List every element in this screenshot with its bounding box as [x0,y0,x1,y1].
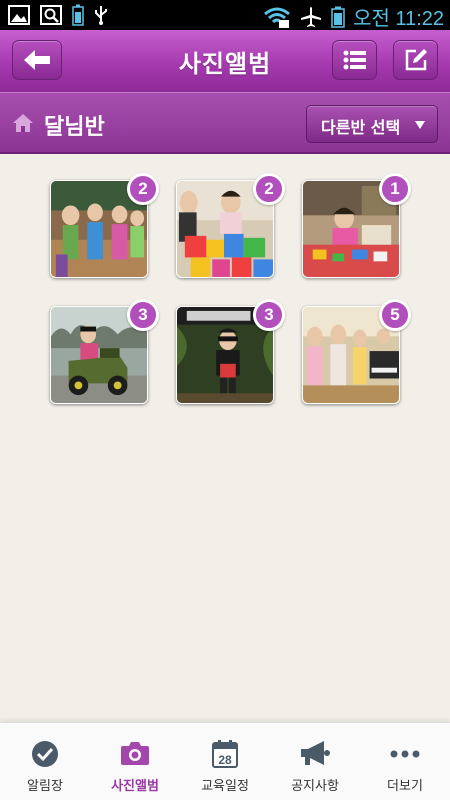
photo-count-badge: 3 [253,299,285,331]
photo-count-badge: 3 [127,299,159,331]
photo-count-badge: 1 [379,173,411,205]
bottom-tab-bar: 알림장 사진앨범 28 교육일정 공지사항 더보기 [0,722,450,800]
tab-more[interactable]: 더보기 [360,723,450,800]
list-view-button[interactable] [332,40,377,80]
home-icon [13,114,33,132]
chevron-down-icon [415,121,425,129]
select-class-label: 다른반 선택 [321,118,401,137]
tab-notice-book[interactable]: 알림장 [0,723,90,800]
photo-count-badge: 5 [379,299,411,331]
tab-photo-album[interactable]: 사진앨범 [90,723,180,800]
tab-label: 교육일정 [201,779,249,794]
search-icon [40,5,62,25]
usb-icon [95,6,107,25]
tab-label: 더보기 [387,779,423,794]
tab-label: 사진앨범 [111,779,159,794]
battery-icon [331,6,345,28]
calendar-day: 28 [218,753,232,767]
select-class-button[interactable]: 다른반 선택 [306,105,438,143]
photo-count-badge: 2 [127,173,159,205]
edit-icon [405,49,427,71]
tab-announcements[interactable]: 공지사항 [270,723,360,800]
battery-saver-icon [72,4,84,26]
page-title: 사진앨범 [178,50,272,78]
list-icon [343,50,366,70]
app-header: 사진앨범 [0,30,450,92]
status-bar: 오전 11:22 [0,0,450,30]
tab-education-schedule[interactable]: 28 교육일정 [180,723,270,800]
megaphone-icon [301,741,330,765]
tab-label: 알림장 [27,779,63,794]
airplane-mode-icon [301,6,322,27]
class-bar: 달님반 다른반 선택 [0,92,450,154]
tab-label: 공지사항 [291,779,339,794]
photo-count-badge: 2 [253,173,285,205]
wifi-icon [264,7,291,28]
check-circle-icon [32,741,58,767]
write-button[interactable] [393,40,438,80]
camera-icon [121,742,149,765]
more-dots-icon [390,750,420,758]
calendar-icon: 28 [212,740,238,768]
gallery-icon [8,5,30,25]
clock: 오전 11:22 [353,8,444,30]
class-name: 달님반 [44,115,105,140]
